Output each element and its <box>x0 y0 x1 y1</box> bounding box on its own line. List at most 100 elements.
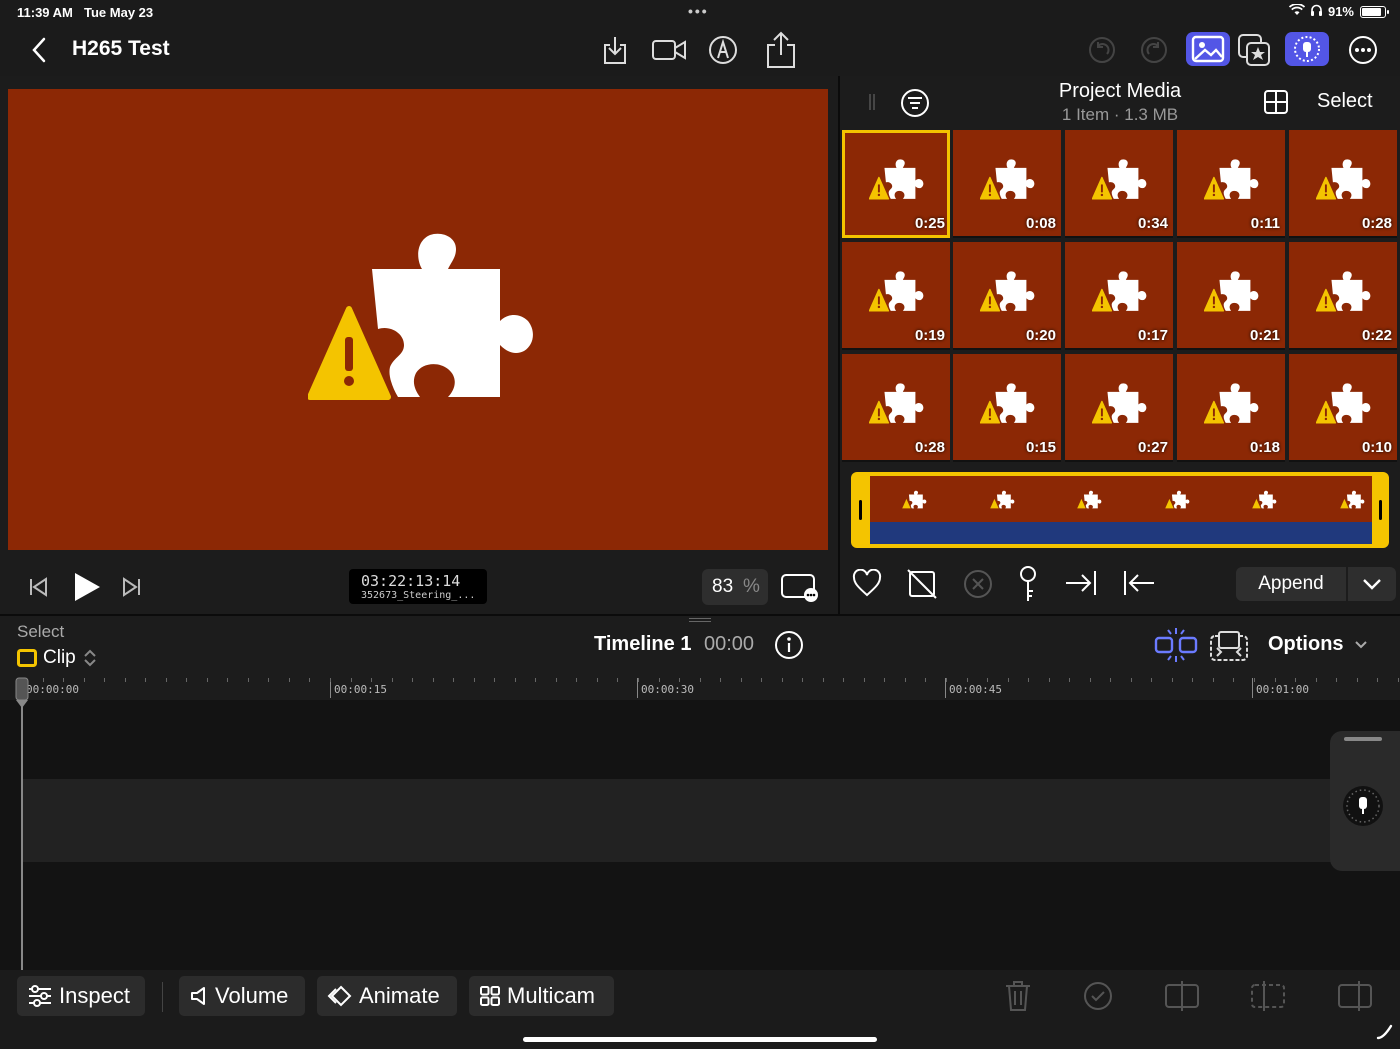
split-clip-icon <box>1165 981 1199 1011</box>
viewer-canvas[interactable] <box>8 89 828 550</box>
slider-grip[interactable] <box>1344 737 1382 741</box>
filmstrip-frame-icon <box>1252 490 1278 514</box>
import-button[interactable] <box>596 32 634 68</box>
home-indicator[interactable] <box>523 1037 877 1042</box>
missing-media-icon <box>1092 271 1147 312</box>
media-thumbnail[interactable]: 0:08 <box>953 130 1061 238</box>
ruler-minor-tick <box>1398 678 1399 682</box>
select-label: Select <box>17 622 65 641</box>
media-thumbnail[interactable]: 0:11 <box>1177 130 1285 238</box>
media-thumbnail[interactable]: 0:34 <box>1065 130 1173 238</box>
media-thumbnail[interactable]: 0:27 <box>1065 354 1173 462</box>
media-thumbnail[interactable]: 0:10 <box>1289 354 1397 462</box>
media-thumbnail[interactable]: 0:20 <box>953 242 1061 350</box>
media-thumbnail[interactable]: 0:15 <box>953 354 1061 462</box>
multicam-button[interactable]: Multicam <box>469 976 614 1016</box>
content-library-button[interactable] <box>1234 32 1272 68</box>
trim-handle-left[interactable] <box>859 500 862 520</box>
photos-browser-button[interactable] <box>1186 32 1230 66</box>
clip-filmstrip[interactable] <box>851 472 1389 548</box>
redo-button[interactable] <box>1135 32 1173 68</box>
reject-button[interactable] <box>906 568 938 605</box>
back-button[interactable] <box>20 32 58 68</box>
media-thumbnail[interactable]: 0:18 <box>1177 354 1285 462</box>
skip-forward-button[interactable] <box>120 576 142 603</box>
ruler-minor-tick <box>884 678 885 682</box>
missing-media-icon <box>1316 159 1371 200</box>
zoom-control[interactable]: 83 % <box>702 569 768 605</box>
timecode: 03:22:13:14 <box>361 572 461 590</box>
split-clip-button[interactable] <box>1154 626 1198 669</box>
clear-rating-button[interactable] <box>962 568 994 605</box>
skip-back-button[interactable] <box>28 576 50 603</box>
playhead-handle[interactable] <box>14 676 30 715</box>
timeline-options-button[interactable]: Options <box>1268 633 1368 656</box>
multitasking-dots[interactable]: ••• <box>688 3 709 19</box>
missing-media-icon <box>1204 159 1259 200</box>
ruler-minor-tick <box>1110 678 1111 682</box>
playhead[interactable] <box>21 678 23 970</box>
play-button[interactable] <box>72 571 102 608</box>
select-button[interactable]: Select <box>1317 90 1373 113</box>
media-thumbnail[interactable]: 0:28 <box>842 354 950 462</box>
trim-end-button[interactable] <box>1337 979 1373 1018</box>
toolbar-divider <box>162 982 163 1012</box>
thumbnail-duration: 0:17 <box>1137 327 1168 344</box>
project-title: H265 Test <box>72 37 170 60</box>
media-browser: Project Media 1 Item · 1.3 MB Select 0:2… <box>840 76 1400 614</box>
undo-button[interactable] <box>1083 32 1121 68</box>
missing-media-icon <box>1204 271 1259 312</box>
delete-button[interactable] <box>1004 980 1032 1017</box>
keyword-button[interactable] <box>1016 565 1040 608</box>
trim-handle-right[interactable] <box>1379 500 1382 520</box>
trim-start-button[interactable] <box>1250 979 1286 1018</box>
camera-button[interactable] <box>650 32 688 68</box>
media-thumbnail[interactable]: 0:25 <box>842 130 950 238</box>
media-thumbnail[interactable]: 0:28 <box>1289 130 1397 238</box>
timecode-display[interactable]: 03:22:13:14 352673_Steering_... <box>349 569 487 604</box>
bottom-toolbar: Inspect Volume Animate Multicam <box>0 970 1400 1049</box>
media-thumbnail[interactable]: 0:21 <box>1177 242 1285 350</box>
battery-percent: 91% <box>1327 4 1354 19</box>
content-star-icon <box>1238 34 1270 66</box>
append-button[interactable]: Append <box>1236 567 1346 601</box>
grid-view-button[interactable] <box>1263 89 1289 120</box>
volume-button[interactable]: Volume <box>179 976 305 1016</box>
mark-in-button[interactable] <box>1064 569 1098 602</box>
favorite-button[interactable] <box>852 568 882 602</box>
split-icon <box>1154 628 1198 662</box>
timeline-ruler[interactable]: 00:00:00 00:00:15 00:00:30 00:00:45 00:01:00 <box>0 674 1400 700</box>
ruler-minor-tick <box>1213 678 1214 682</box>
precision-edit-button[interactable] <box>1209 628 1249 667</box>
mic-knob-icon <box>1343 786 1383 826</box>
animate-button[interactable]: Animate <box>317 976 457 1016</box>
done-button[interactable] <box>1083 981 1113 1016</box>
timeline-info-button[interactable] <box>774 630 804 665</box>
filmstrip-frames <box>870 476 1372 544</box>
checkmark-circle-icon <box>1084 982 1112 1010</box>
inspect-button[interactable]: Inspect <box>17 976 145 1016</box>
append-options-button[interactable] <box>1348 567 1396 601</box>
ruler-minor-tick <box>474 678 475 682</box>
ruler-minor-tick <box>741 678 742 682</box>
mark-out-button[interactable] <box>1122 569 1156 602</box>
ruler-label: 00:00:45 <box>949 683 1002 696</box>
timeline-track[interactable] <box>22 779 1400 862</box>
media-thumbnail[interactable]: 0:17 <box>1065 242 1173 350</box>
markup-button[interactable] <box>704 32 742 68</box>
more-button[interactable] <box>1344 32 1382 68</box>
panel-resize-handle[interactable] <box>689 618 711 622</box>
clip-mode-selector[interactable]: Clip <box>17 647 98 669</box>
missing-media-icon <box>980 383 1035 424</box>
timeline-zoom-slider[interactable] <box>1330 731 1400 871</box>
viewer-options-button[interactable] <box>780 573 820 608</box>
ruler-minor-tick <box>433 678 434 682</box>
split-button[interactable] <box>1164 979 1200 1018</box>
share-button[interactable] <box>762 31 800 68</box>
media-thumbnail[interactable]: 0:19 <box>842 242 950 350</box>
trim-end-icon <box>1338 981 1372 1011</box>
voiceover-button[interactable] <box>1285 32 1329 66</box>
media-thumbnail[interactable]: 0:22 <box>1289 242 1397 350</box>
slider-knob[interactable] <box>1342 785 1384 832</box>
ruler-minor-tick <box>720 678 721 682</box>
